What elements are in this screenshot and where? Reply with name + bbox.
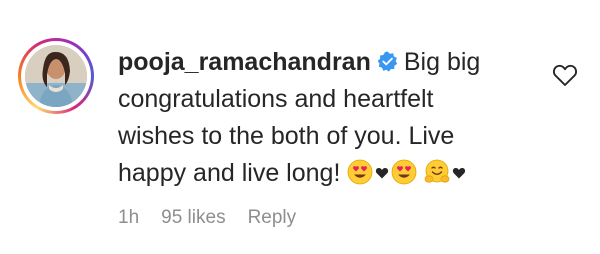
- heart-eyes-emoji-icon: [347, 159, 373, 185]
- verified-badge-icon: [377, 51, 398, 72]
- avatar-image: [25, 45, 87, 107]
- black-heart-icon: [452, 166, 466, 180]
- reply-button[interactable]: Reply: [248, 207, 297, 228]
- comment-text-line-1: Big big: [403, 48, 481, 76]
- comment: pooja_ramachandran Big big congratulation…: [0, 0, 600, 254]
- comment-text-line-3: wishes to the both of you. Live: [118, 122, 455, 150]
- comment-text-line-2: congratulations and heartfelt: [118, 85, 434, 113]
- comment-likes-count[interactable]: 95 likes: [161, 207, 225, 228]
- comment-text-line-4: happy and live long!: [118, 159, 341, 187]
- heart-outline-icon[interactable]: [552, 63, 578, 87]
- heart-eyes-emoji-icon: [391, 159, 417, 185]
- comment-meta: 1h 95 likes Reply: [118, 207, 318, 229]
- avatar-ring-gap: [21, 41, 91, 111]
- comment-username[interactable]: pooja_ramachandran: [118, 48, 371, 76]
- comment-timestamp[interactable]: 1h: [118, 207, 139, 228]
- comment-body: pooja_ramachandran Big big congratulation…: [118, 44, 528, 192]
- avatar[interactable]: [18, 38, 94, 114]
- black-heart-icon: [375, 166, 389, 180]
- hugging-face-emoji-icon: [424, 159, 450, 185]
